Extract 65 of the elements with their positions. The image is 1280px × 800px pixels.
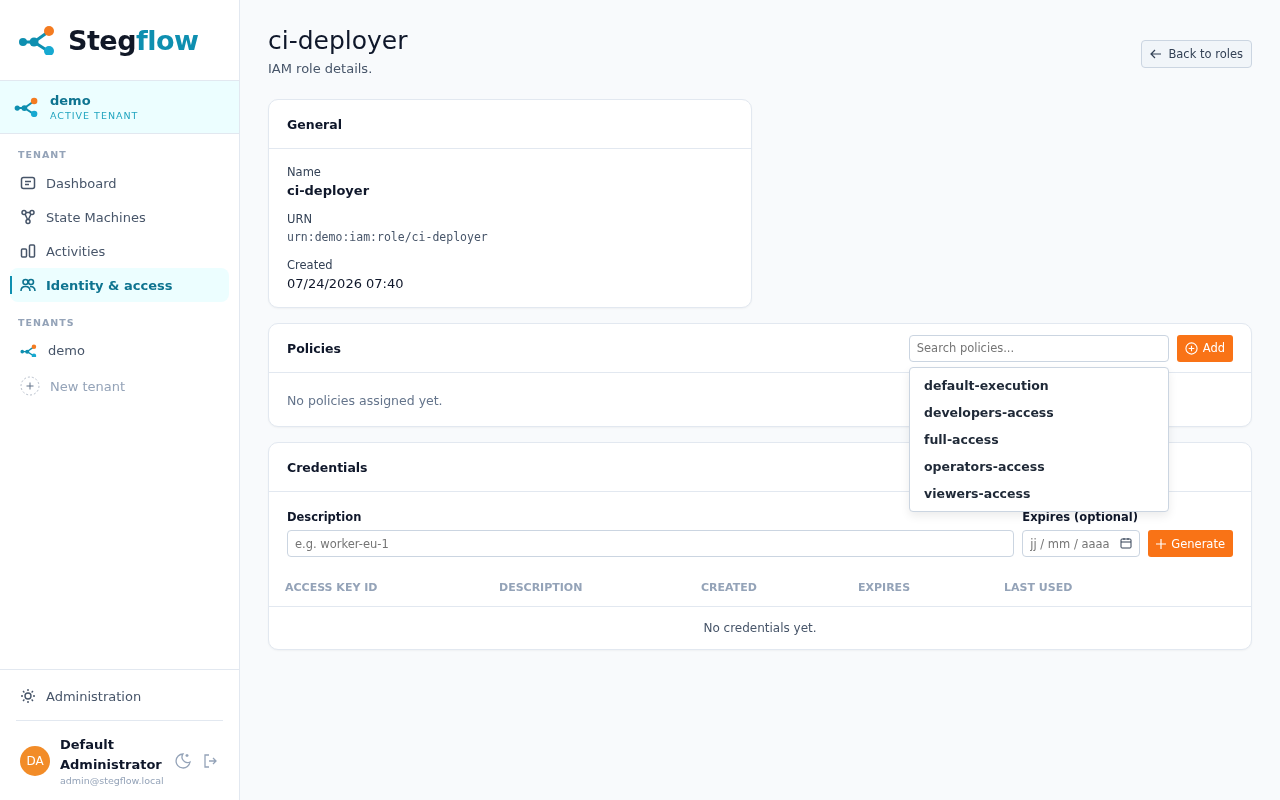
field-label: Created [287, 258, 334, 272]
gear-icon [20, 688, 36, 704]
description-field[interactable]: e.g. worker-eu-1 [287, 530, 1015, 557]
card-title: Credentials [287, 459, 368, 475]
tenant-logo-icon [20, 343, 38, 358]
sidebar-item[interactable]: Identity & access [10, 268, 229, 302]
field-value: urn:demo:iam:role/ci-deployer [287, 230, 489, 244]
sidebar-item-label: Dashboard [46, 175, 117, 191]
bars-icon [20, 243, 36, 259]
back-button[interactable]: Back to roles [1141, 40, 1252, 68]
card-title: General [287, 116, 342, 132]
column-header: EXPIRES [858, 580, 912, 596]
sidebar-item-label: Activities [46, 243, 106, 259]
moon-icon[interactable] [173, 751, 192, 770]
plus-icon [1156, 538, 1167, 549]
empty-message: No credentials yet. [702, 620, 818, 637]
sidebar-item[interactable]: State Machines [10, 200, 229, 234]
user-email: admin@stegflow.local [60, 775, 164, 786]
field-label: Expires (optional) [1022, 510, 1139, 524]
arrow-left-icon [1150, 49, 1163, 59]
administration-link[interactable]: Administration [16, 680, 223, 721]
sidebar-item[interactable]: Activities [10, 234, 229, 268]
date-field[interactable]: jj / mm / aaaa [1022, 530, 1141, 557]
sidebar-item[interactable]: demo [10, 334, 229, 367]
dropdown-option[interactable]: operators-access [910, 453, 1168, 480]
field-label: Name [287, 165, 322, 179]
search-field[interactable]: Search policies... [908, 334, 1169, 362]
user-avatar: DA [20, 745, 50, 776]
sidebar-item-label: State Machines [46, 209, 146, 225]
tenant-caption: ACTIVE TENANT [50, 110, 139, 121]
brand-name: Stegflow [68, 24, 199, 56]
sidebar-item-label: Identity & access [46, 277, 173, 293]
calendar-icon [1120, 537, 1133, 549]
dropdown-option[interactable]: full-access [910, 426, 1168, 453]
page-subtitle: IAM role details. [268, 61, 374, 76]
column-header: ACCESS KEY ID [285, 580, 379, 596]
active-tenant-card[interactable]: demo ACTIVE TENANT [0, 81, 239, 134]
section-heading: TENANT [17, 148, 68, 162]
users-icon [20, 277, 36, 293]
nodes-icon [20, 209, 36, 225]
dropdown-option[interactable]: default-execution [910, 372, 1168, 399]
field-value: ci-deployer [287, 183, 371, 198]
field-value: 07/24/2026 07:40 [287, 276, 405, 291]
sidebar-item-label: New tenant [50, 378, 126, 394]
tenant-name: demo [50, 93, 92, 108]
column-header: LAST USED [1004, 580, 1074, 596]
page-title: ci-deployer [268, 26, 408, 55]
administration-label: Administration [46, 688, 142, 704]
logout-icon[interactable] [201, 752, 218, 769]
tenant-logo-icon [14, 97, 40, 117]
user-name: Default Administrator [60, 736, 160, 774]
section-heading: TENANTS [17, 316, 76, 330]
card-title: Policies [287, 340, 341, 356]
field-label: Description [287, 510, 363, 524]
column-header: DESCRIPTION [499, 580, 584, 596]
column-header: CREATED [701, 580, 758, 596]
plus-icon [20, 376, 40, 396]
dropdown-option[interactable]: viewers-access [910, 480, 1168, 507]
plus-circle-icon [1184, 341, 1198, 355]
dashboard-icon [20, 175, 36, 191]
sidebar-item[interactable]: Dashboard [10, 166, 229, 200]
dropdown-option[interactable]: developers-access [910, 399, 1168, 426]
sidebar-item-label: demo [48, 343, 85, 358]
field-label: URN [287, 212, 313, 226]
empty-message: No policies assigned yet. [287, 393, 443, 408]
